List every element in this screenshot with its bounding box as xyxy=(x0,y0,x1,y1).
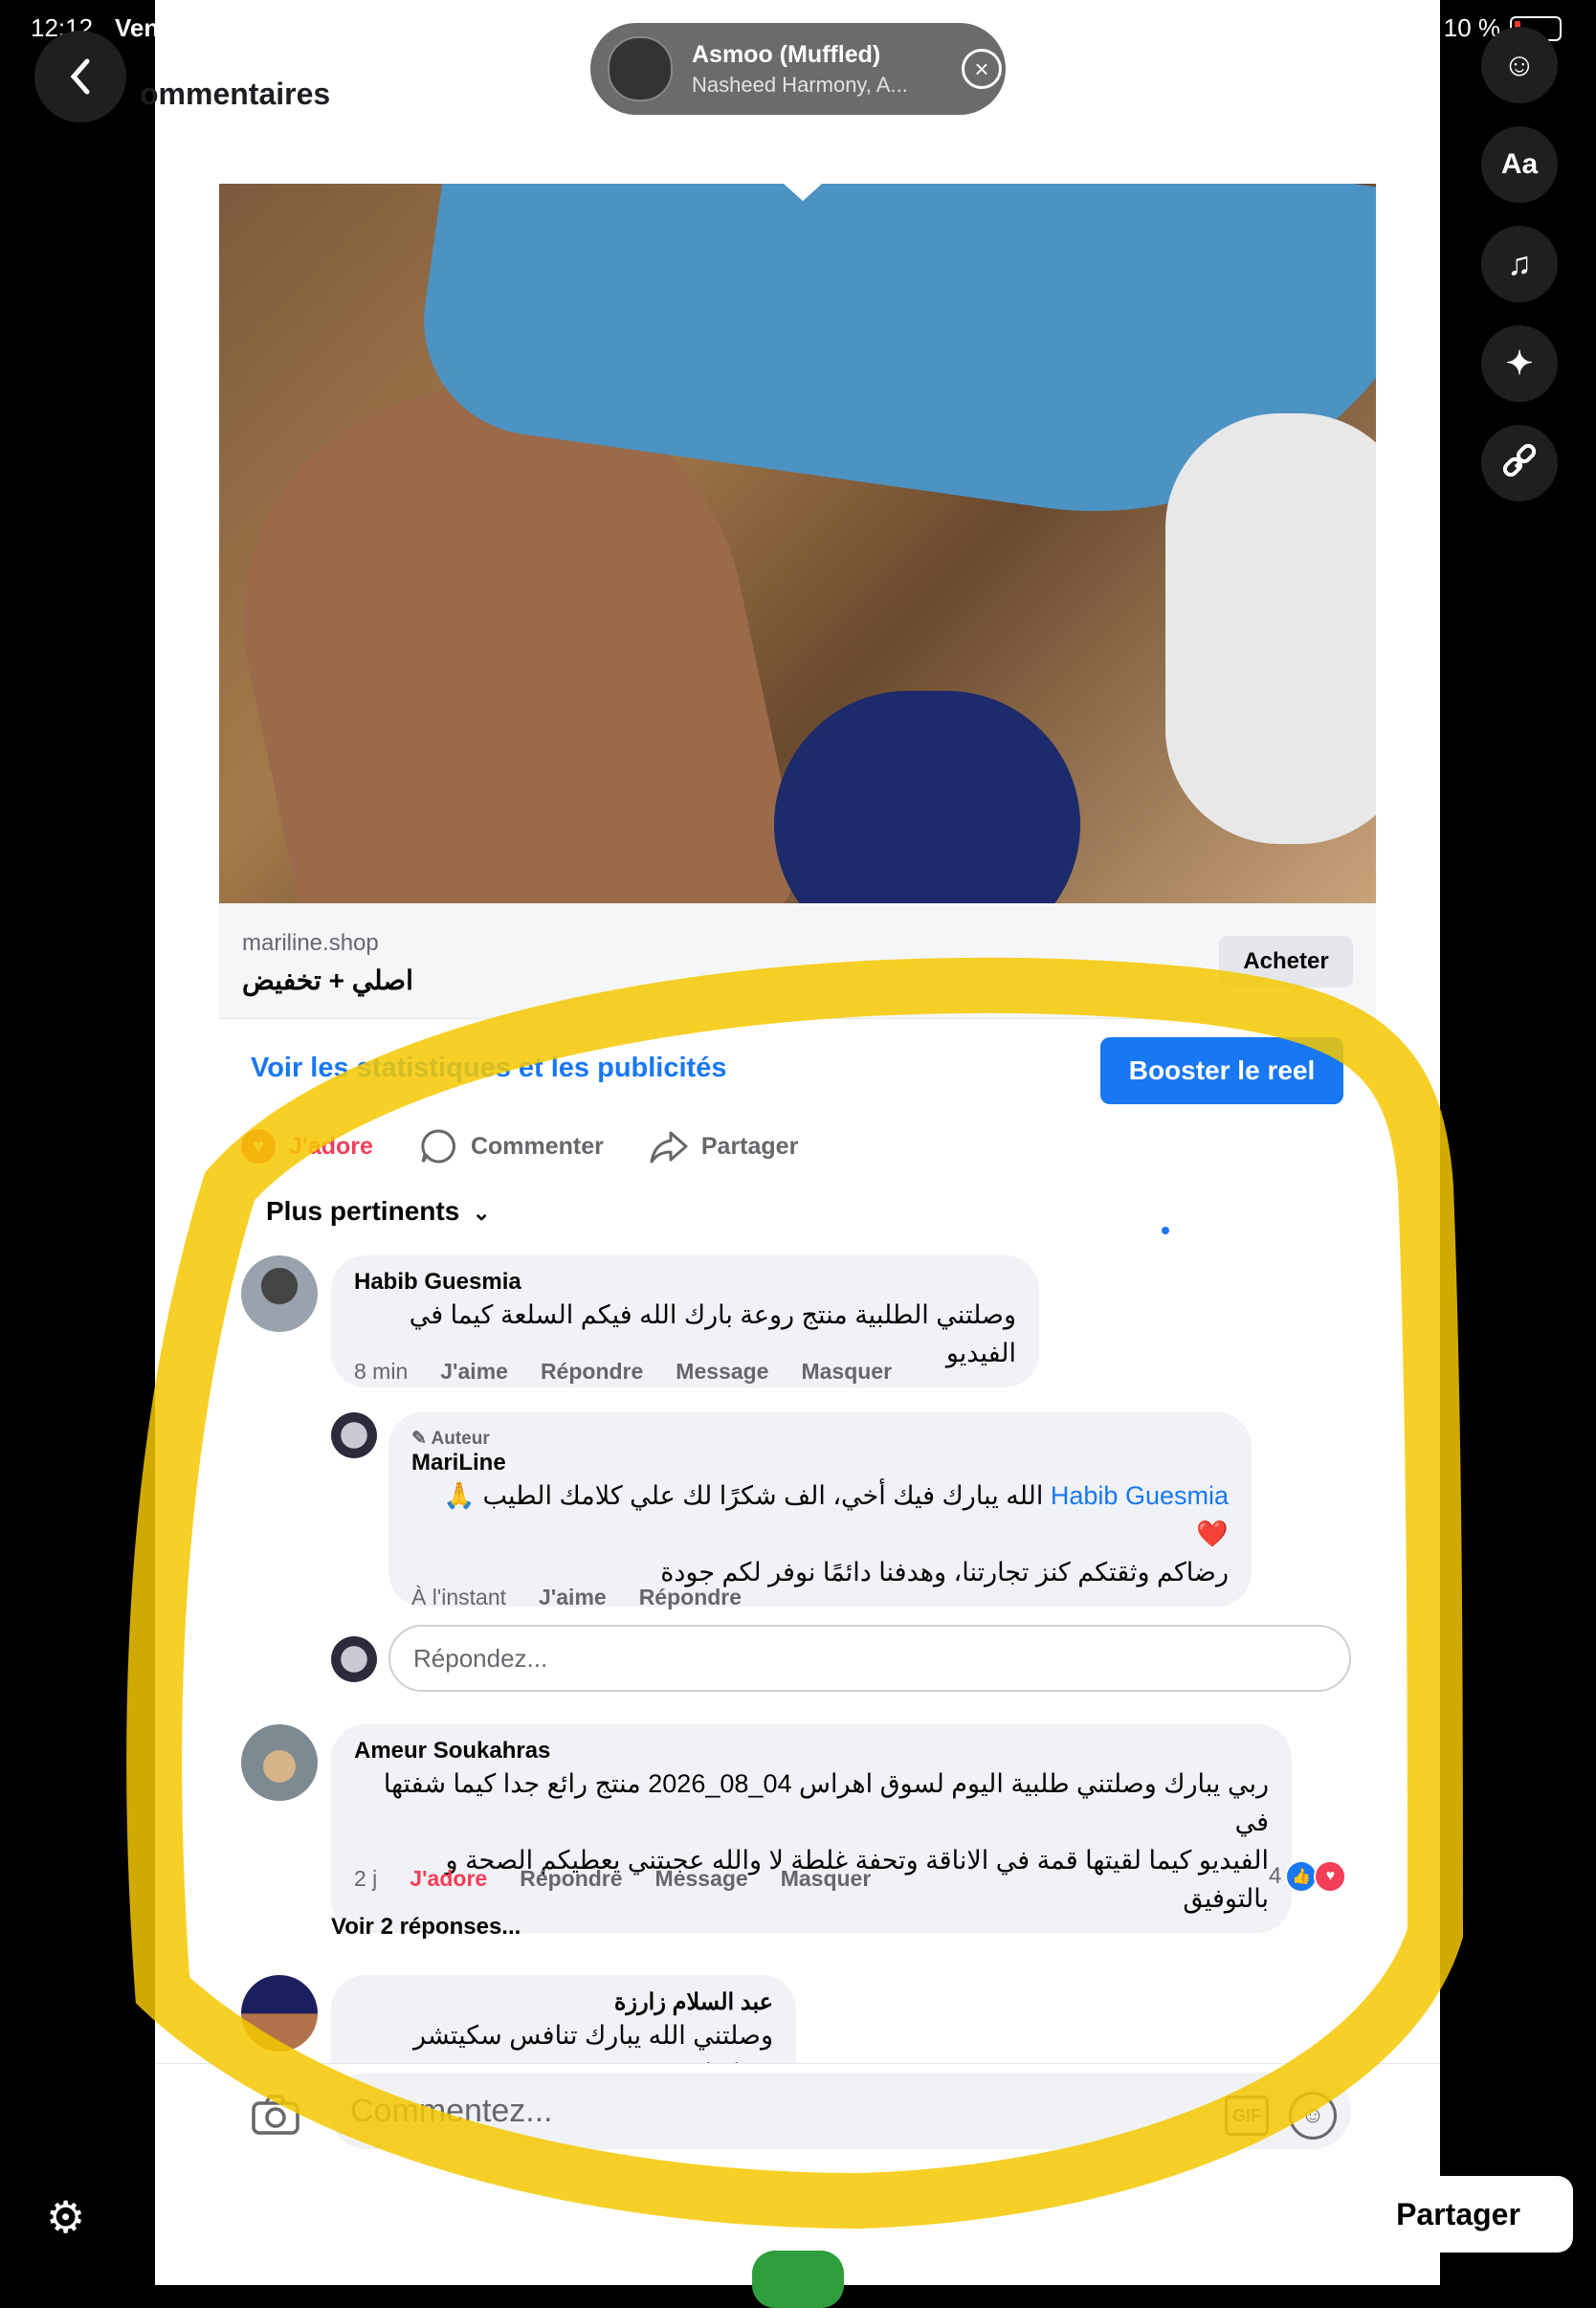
avatar[interactable] xyxy=(241,1975,318,2052)
message-link[interactable]: Message xyxy=(655,1866,748,1892)
heart-icon: ♥ xyxy=(241,1129,276,1164)
avatar[interactable] xyxy=(241,1255,318,1332)
link-card[interactable]: mariline.shop اصلي + تخفيض Acheter xyxy=(219,903,1376,1019)
text-tool-icon[interactable]: Aa xyxy=(1481,126,1558,203)
hide-link[interactable]: Masquer xyxy=(801,1359,892,1385)
chevron-down-icon: ⌄ xyxy=(473,1201,491,1225)
author-badge: ✎ Auteur xyxy=(411,1429,490,1449)
green-handle[interactable] xyxy=(752,2251,844,2308)
wifi-icon xyxy=(1406,13,1434,43)
reel-video[interactable] xyxy=(219,184,1376,903)
video-white-shoe xyxy=(1165,413,1376,844)
reply-time: À l'instant xyxy=(411,1585,506,1609)
link-icon[interactable] xyxy=(1481,425,1558,501)
gear-icon[interactable]: ⚙ xyxy=(46,2191,85,2243)
comment-input[interactable]: Commentez... xyxy=(329,2073,1351,2149)
comment-text-line-1: ربي يبارك وصلتني طلبية اليوم لسوق اهراس … xyxy=(383,1769,1269,1836)
emoji-icon[interactable]: ☺ xyxy=(1289,2092,1337,2140)
loading-dot xyxy=(1162,1227,1169,1234)
close-icon[interactable]: × xyxy=(962,49,1002,89)
comment-meta: 8 min J'aime Répondre Message Masquer xyxy=(354,1359,892,1385)
comment-meta: 2 j J'adore Répondre Message Masquer xyxy=(354,1866,871,1892)
comment-bubble[interactable]: Ameur Soukahras ربي يبارك وصلتني طلبية ا… xyxy=(331,1724,1292,1933)
comment-bubble-icon xyxy=(421,1129,455,1164)
sticker-icon[interactable]: ☺ xyxy=(1481,27,1558,103)
page-title: ommentaires xyxy=(140,77,331,111)
hide-link[interactable]: Masquer xyxy=(781,1866,872,1892)
like-reaction-icon: 👍 xyxy=(1285,1860,1319,1893)
album-art xyxy=(608,36,673,101)
reply-author[interactable]: MariLine xyxy=(411,1450,1229,1476)
share-action[interactable]: Partager xyxy=(650,1129,798,1164)
camera-icon[interactable] xyxy=(251,2094,304,2147)
comment-time: 8 min xyxy=(354,1359,409,1384)
like-link[interactable]: J'aime xyxy=(440,1359,508,1385)
gif-icon[interactable]: GIF xyxy=(1225,2096,1269,2136)
love-action[interactable]: ♥ J'adore xyxy=(241,1129,373,1164)
buy-button[interactable]: Acheter xyxy=(1219,936,1353,988)
reaction-count: 4 xyxy=(1269,1863,1282,1889)
mention-link[interactable]: Habib Guesmia xyxy=(1051,1481,1229,1510)
reply-link[interactable]: Répondre xyxy=(639,1585,742,1610)
chevron-left-icon xyxy=(70,58,90,95)
status-date: Vendredi 7 août xyxy=(115,13,300,42)
reply-link[interactable]: Répondre xyxy=(520,1866,622,1892)
boost-reel-button[interactable]: Booster le reel xyxy=(1100,1037,1343,1104)
reply-meta: À l'instant J'aime Répondre xyxy=(411,1585,742,1610)
author-reply-bubble[interactable]: ✎ Auteur MariLine Habib Guesmia الله يبا… xyxy=(388,1412,1252,1607)
comment-author[interactable]: Ameur Soukahras xyxy=(354,1738,1269,1764)
see-replies-link[interactable]: Voir 2 réponses... xyxy=(331,1914,521,1941)
avatar[interactable] xyxy=(241,1724,318,1801)
message-link[interactable]: Message xyxy=(676,1359,768,1385)
video-navy-shoe xyxy=(774,691,1080,903)
love-link[interactable]: J'adore xyxy=(410,1866,487,1892)
music-player-pill[interactable]: Asmoo (Muffled) Nasheed Harmony, A... × xyxy=(590,23,1006,115)
share-button[interactable]: Partager xyxy=(1343,2176,1573,2253)
music-artist: Nasheed Harmony, A... xyxy=(692,72,908,97)
music-title: Asmoo (Muffled) xyxy=(692,40,881,68)
reply-input[interactable]: Répondez... xyxy=(388,1625,1351,1692)
comment-author[interactable]: عبد السلام زارزة xyxy=(354,1988,773,2016)
pencil-icon: ✎ xyxy=(411,1429,427,1449)
comment-action[interactable]: Commenter xyxy=(419,1127,604,1165)
sort-dropdown[interactable]: Plus pertinents ⌄ xyxy=(266,1196,490,1227)
like-link[interactable]: J'aime xyxy=(539,1585,607,1610)
author-avatar[interactable] xyxy=(331,1412,377,1458)
reply-link[interactable]: Répondre xyxy=(541,1359,643,1385)
left-black-strip xyxy=(0,0,155,2285)
music-note-icon[interactable]: ♫ xyxy=(1481,226,1558,302)
sparkle-icon[interactable]: ✦ xyxy=(1481,325,1558,402)
love-reaction-icon: ♥ xyxy=(1314,1860,1347,1893)
link-domain: mariline.shop xyxy=(242,930,379,956)
comment-time: 2 j xyxy=(354,1866,378,1891)
link-text: اصلي + تخفيض xyxy=(242,965,413,995)
reply-avatar xyxy=(331,1636,377,1682)
reaction-summary[interactable]: 4 👍 ♥ xyxy=(1269,1860,1347,1893)
play-indicator-icon xyxy=(784,184,822,201)
back-button[interactable] xyxy=(34,31,126,122)
post-actions: ♥ J'adore Commenter Partager xyxy=(241,1127,798,1165)
stats-link[interactable]: Voir les statistiques et les publicités xyxy=(251,1053,726,1084)
reply-line-1: Habib Guesmia الله يبارك فيك أخي، الف شك… xyxy=(443,1481,1229,1548)
comment-author[interactable]: Habib Guesmia xyxy=(354,1269,1016,1296)
share-arrow-icon xyxy=(650,1131,688,1164)
